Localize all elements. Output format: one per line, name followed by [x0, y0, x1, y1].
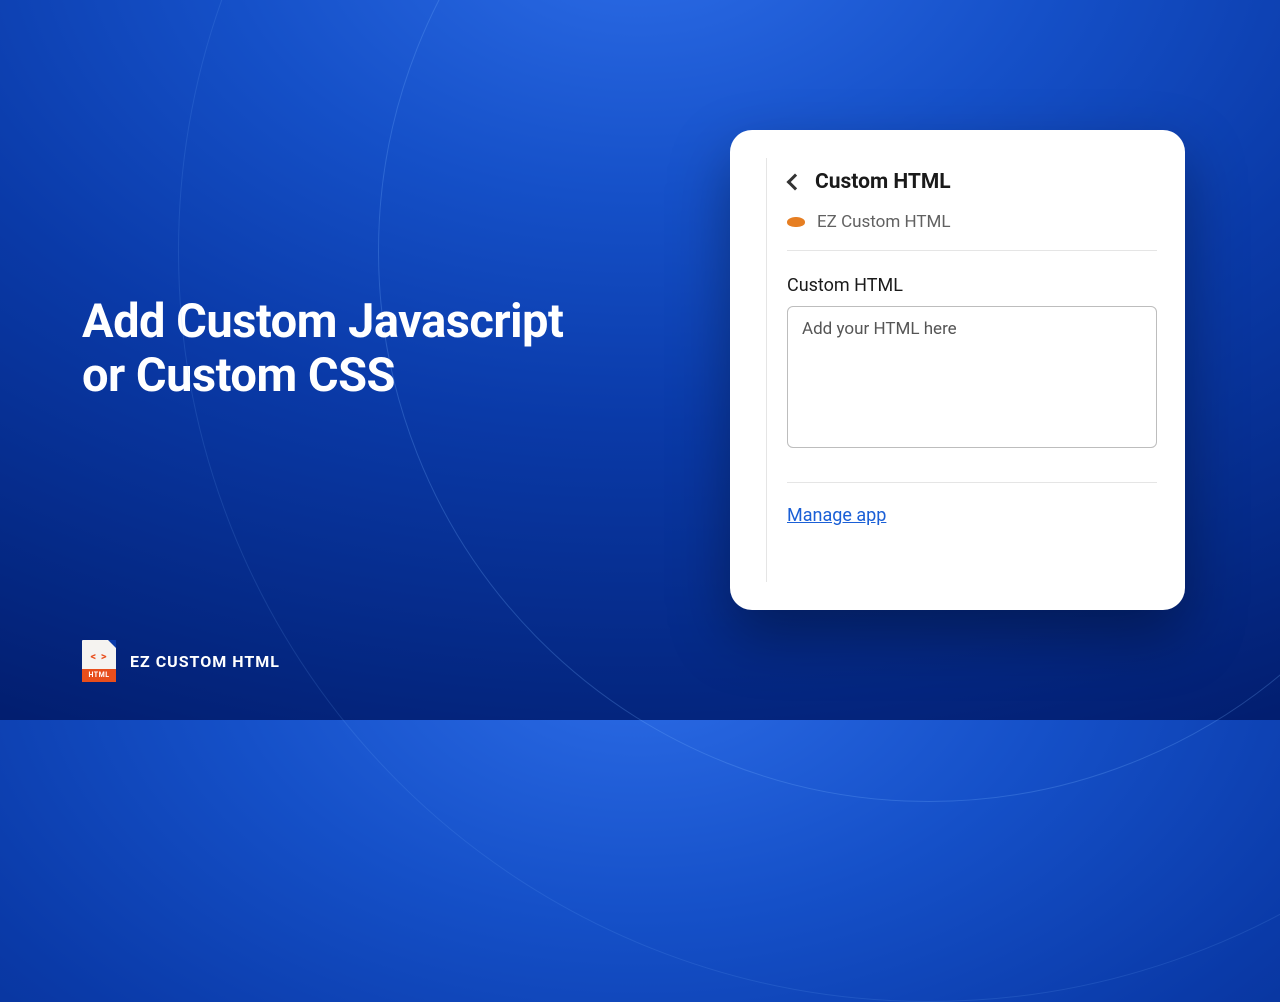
- code-brackets-icon: < >: [82, 650, 116, 663]
- hat-icon: [787, 217, 805, 227]
- brand-name: EZ CUSTOM HTML: [130, 652, 280, 671]
- headline-line-2: or Custom CSS: [82, 349, 563, 403]
- manage-app-link[interactable]: Manage app: [787, 505, 886, 526]
- html-badge: HTML: [82, 669, 116, 682]
- app-identifier-row: EZ Custom HTML: [787, 212, 1157, 232]
- divider: [787, 482, 1157, 483]
- brand-logo-block: < > HTML EZ CUSTOM HTML: [82, 640, 280, 682]
- settings-panel: Custom HTML EZ Custom HTML Custom HTML M…: [730, 130, 1185, 610]
- panel-title: Custom HTML: [815, 170, 951, 194]
- settings-panel-inner: Custom HTML EZ Custom HTML Custom HTML M…: [766, 158, 1157, 582]
- html-field-label: Custom HTML: [787, 275, 1157, 296]
- back-chevron-icon[interactable]: [787, 174, 804, 191]
- divider: [787, 250, 1157, 251]
- custom-html-input[interactable]: [787, 306, 1157, 448]
- app-name: EZ Custom HTML: [817, 212, 951, 232]
- html-file-icon: < > HTML: [82, 640, 116, 682]
- panel-header: Custom HTML: [787, 170, 1157, 194]
- headline-line-1: Add Custom Javascript: [82, 295, 563, 349]
- marketing-headline: Add Custom Javascript or Custom CSS: [82, 295, 563, 403]
